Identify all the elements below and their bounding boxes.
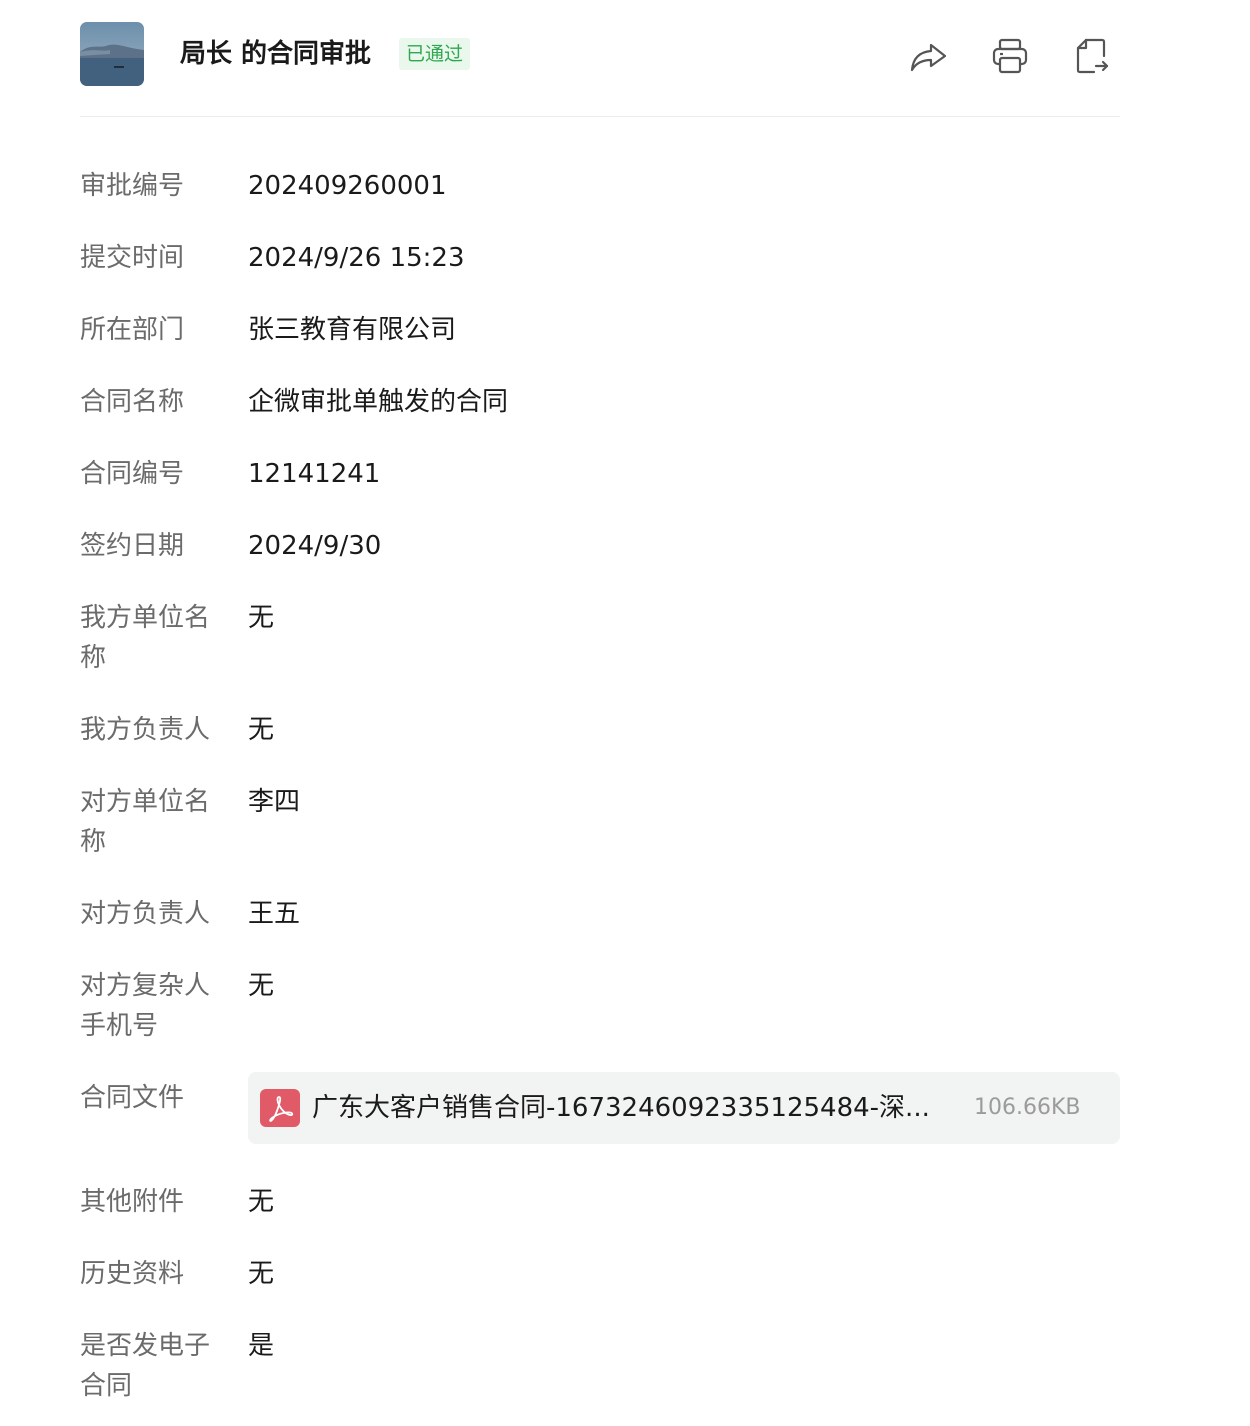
export-icon[interactable] <box>1070 36 1110 76</box>
field-label: 其他附件 <box>80 1187 185 1217</box>
field-label: 对方负责人 <box>80 899 211 929</box>
field-value: 12141241 <box>248 459 381 489</box>
field-label: 我方单位名称 <box>80 603 211 673</box>
field-label: 是否发电子合同 <box>80 1331 211 1401</box>
pdf-icon <box>260 1089 300 1127</box>
approval-header: 局长 的合同审批 已通过 <box>80 22 1120 86</box>
file-size: 106.66KB <box>974 1095 1081 1120</box>
print-icon[interactable] <box>990 36 1030 76</box>
field-value: 2024/9/26 15:23 <box>248 243 465 273</box>
field-label: 我方负责人 <box>80 715 211 745</box>
header-divider <box>80 116 1120 117</box>
field-label: 对方复杂人手机号 <box>80 971 211 1041</box>
field-value: 张三教育有限公司 <box>248 315 457 345</box>
field-label: 签约日期 <box>80 531 185 561</box>
field-value: 202409260001 <box>248 171 447 201</box>
field-value: 企微审批单触发的合同 <box>248 387 509 417</box>
field-value: 李四 <box>248 787 301 817</box>
status-badge: 已通过 <box>399 38 471 70</box>
field-label: 所在部门 <box>80 315 185 345</box>
field-value: 无 <box>248 603 275 633</box>
file-name: 广东大客户销售合同-1673246092335125484-深... <box>312 1093 930 1123</box>
field-label: 提交时间 <box>80 243 185 273</box>
field-label: 历史资料 <box>80 1259 185 1289</box>
field-value: 无 <box>248 1187 275 1217</box>
page-title: 局长 的合同审批 <box>180 39 372 69</box>
field-value: 无 <box>248 1259 275 1289</box>
field-label: 合同名称 <box>80 387 185 417</box>
contract-file-card[interactable]: 广东大客户销售合同-1673246092335125484-深... 106.6… <box>248 1072 1120 1144</box>
field-label: 审批编号 <box>80 171 185 201</box>
field-value: 无 <box>248 971 275 1001</box>
field-value: 是 <box>248 1331 275 1361</box>
field-label: 合同文件 <box>80 1083 185 1113</box>
avatar <box>80 22 144 86</box>
field-value: 无 <box>248 715 275 745</box>
share-icon[interactable] <box>908 36 948 76</box>
field-label: 合同编号 <box>80 459 185 489</box>
field-label: 对方单位名称 <box>80 787 211 857</box>
field-value: 2024/9/30 <box>248 531 382 561</box>
field-value: 王五 <box>248 899 301 929</box>
